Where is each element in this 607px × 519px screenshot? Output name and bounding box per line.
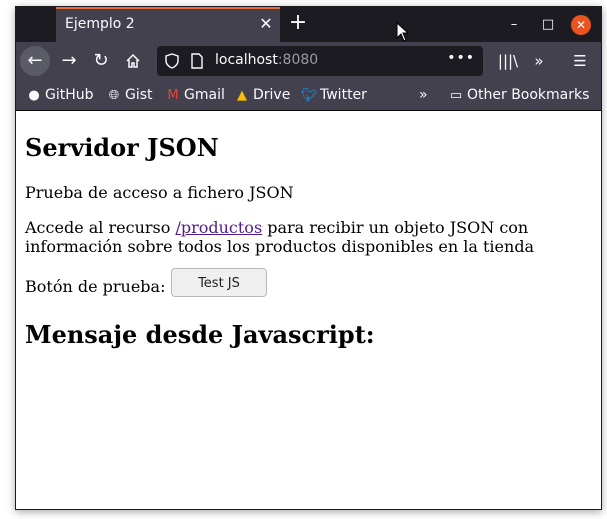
twitter-icon: 🐦︎ bbox=[301, 88, 318, 103]
intro-text: Prueba de acceso a fichero JSON bbox=[25, 183, 294, 202]
page-content: Servidor JSON Prueba de acceso a fichero… bbox=[16, 111, 601, 509]
bookmark-label: Gmail bbox=[184, 87, 225, 103]
access-paragraph: Accede al recurso /productos para recibi… bbox=[25, 218, 585, 256]
page-actions-icon[interactable]: ••• bbox=[447, 50, 475, 66]
bookmark-gist[interactable]: 🌐︎ Gist bbox=[106, 85, 153, 105]
shield-icon[interactable] bbox=[165, 53, 179, 69]
url-port: :8080 bbox=[277, 52, 319, 68]
close-window-button[interactable]: ✕ bbox=[571, 15, 591, 35]
bookmark-drive[interactable]: ▲ Drive bbox=[234, 85, 290, 105]
folder-icon: ▭ bbox=[449, 88, 463, 103]
forward-button[interactable]: → bbox=[54, 46, 84, 76]
home-icon bbox=[126, 53, 140, 68]
drive-icon: ▲ bbox=[237, 88, 247, 103]
arrow-left-icon: ← bbox=[27, 50, 43, 71]
url-text[interactable]: localhost:8080 bbox=[215, 52, 318, 68]
tab-ejemplo-2[interactable]: Ejemplo 2 ✕ bbox=[56, 7, 280, 42]
maximize-button[interactable]: □ bbox=[538, 15, 558, 35]
new-tab-button[interactable]: + bbox=[286, 12, 310, 36]
gmail-icon: M bbox=[167, 88, 179, 103]
tab-title: Ejemplo 2 bbox=[65, 16, 135, 32]
url-bar[interactable]: localhost:8080 ••• bbox=[157, 46, 483, 76]
chevron-double-right-icon: » bbox=[419, 87, 428, 103]
bookmark-label: Twitter bbox=[320, 87, 367, 103]
test-label: Botón de prueba: bbox=[25, 277, 166, 296]
chevron-double-right-icon: » bbox=[534, 52, 544, 70]
other-bookmarks-label: Other Bookmarks bbox=[467, 87, 590, 103]
arrow-right-icon: → bbox=[61, 50, 77, 71]
github-icon: ● bbox=[28, 88, 40, 103]
navigation-toolbar: ← → ↻ localhost:8080 ••• |||\ » ☰ bbox=[16, 42, 601, 80]
globe-icon: 🌐︎ bbox=[108, 88, 120, 103]
tab-close-icon[interactable]: ✕ bbox=[256, 14, 276, 34]
browser-window: Ejemplo 2 ✕ + – □ ✕ ← → ↻ localhost:8080… bbox=[15, 6, 602, 510]
back-button[interactable]: ← bbox=[20, 46, 50, 76]
bookmark-gmail[interactable]: M Gmail bbox=[165, 85, 225, 105]
home-button[interactable] bbox=[118, 46, 148, 76]
page-icon[interactable] bbox=[191, 53, 203, 69]
overflow-button[interactable]: » bbox=[525, 46, 553, 76]
message-heading: Mensaje desde Javascript: bbox=[25, 320, 375, 349]
menu-button[interactable]: ☰ bbox=[566, 46, 594, 76]
bookmarks-bar: ● GitHub 🌐︎ Gist M Gmail ▲ Drive 🐦︎ Twitter »… bbox=[16, 80, 601, 111]
library-button[interactable]: |||\ bbox=[494, 46, 522, 76]
mouse-cursor-icon bbox=[396, 22, 410, 42]
bookmark-label: GitHub bbox=[45, 87, 94, 103]
bookmarks-overflow-button[interactable]: » bbox=[419, 85, 428, 105]
minimize-button[interactable]: – bbox=[504, 15, 524, 35]
bookmark-label: Drive bbox=[253, 87, 291, 103]
productos-link[interactable]: /productos bbox=[175, 218, 262, 237]
bookmark-twitter[interactable]: 🐦︎ Twitter bbox=[301, 85, 367, 105]
library-icon: |||\ bbox=[497, 52, 519, 70]
hamburger-menu-icon: ☰ bbox=[573, 52, 587, 70]
bookmark-github[interactable]: ● GitHub bbox=[26, 85, 94, 105]
access-text-before: Accede al recurso bbox=[25, 218, 176, 237]
test-js-button[interactable]: Test JS bbox=[171, 268, 267, 297]
reload-icon: ↻ bbox=[93, 50, 109, 71]
page-title: Servidor JSON bbox=[25, 133, 219, 162]
other-bookmarks-folder[interactable]: ▭ Other Bookmarks bbox=[448, 85, 590, 105]
bookmark-label: Gist bbox=[125, 87, 153, 103]
reload-button[interactable]: ↻ bbox=[86, 46, 116, 76]
title-bar: Ejemplo 2 ✕ + – □ ✕ bbox=[16, 7, 601, 42]
url-host: localhost bbox=[215, 52, 278, 68]
